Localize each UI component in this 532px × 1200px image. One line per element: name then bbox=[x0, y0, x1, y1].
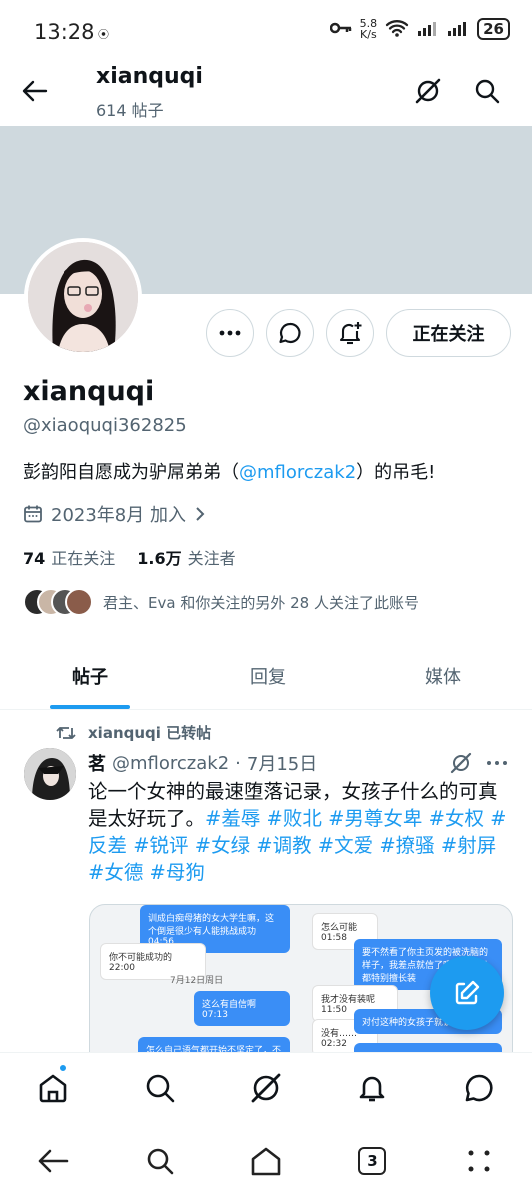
bio-mention-link[interactable]: @mflorczak2 bbox=[239, 462, 356, 483]
retweet-icon bbox=[56, 726, 76, 739]
grok-icon bbox=[251, 1073, 281, 1102]
follower-avatars bbox=[23, 588, 93, 616]
post-author-avatar[interactable] bbox=[24, 748, 76, 800]
following-stat[interactable]: 74 正在关注 bbox=[23, 545, 115, 569]
nav-grok[interactable] bbox=[213, 1053, 319, 1122]
calendar-icon bbox=[24, 505, 42, 523]
tab-posts[interactable]: 帖子 bbox=[0, 644, 180, 709]
nav-messages[interactable] bbox=[426, 1053, 532, 1122]
signal-icon bbox=[447, 20, 469, 39]
message-icon bbox=[465, 1074, 493, 1101]
grok-icon[interactable] bbox=[450, 752, 472, 774]
separator: · bbox=[235, 752, 241, 774]
followed-by-text: 君主、Eva 和你关注的另外 28 人关注了此账号 bbox=[103, 593, 419, 612]
post-text: 论一个女神的最速堕落记录，女孩子什么的可真是太好玩了。#羞辱 #败北 #男尊女卑… bbox=[88, 778, 512, 886]
bio: 彭韵阳自愿成为驴屌弟弟（@mflorczak2）的吊毛! bbox=[23, 458, 435, 484]
chevron-right-icon bbox=[196, 507, 205, 521]
search-icon bbox=[146, 1074, 174, 1102]
post-author-name[interactable]: 茗 bbox=[88, 750, 106, 776]
compose-icon bbox=[455, 980, 480, 1005]
bell-icon bbox=[360, 1076, 385, 1101]
post-header: 茗 @mflorczak2 · 7月15日 bbox=[88, 750, 317, 776]
system-menu-button[interactable] bbox=[426, 1122, 532, 1200]
search-icon[interactable] bbox=[474, 78, 500, 104]
status-indicators: 5.8 K/s 26 bbox=[329, 17, 510, 41]
profile-tabs: 帖子 回复 媒体 bbox=[0, 644, 532, 710]
system-tabs-button[interactable]: 3 bbox=[319, 1122, 425, 1200]
chat-bubble: 这么有自信啊 07:13 bbox=[194, 991, 290, 1026]
status-bar: 13:28 ⦿ 5.8 K/s 26 bbox=[0, 0, 532, 66]
home-icon bbox=[251, 1147, 281, 1176]
nav-home[interactable] bbox=[0, 1053, 106, 1122]
retweet-header: xianquqi 已转帖 bbox=[56, 722, 211, 743]
menu-dots-icon bbox=[468, 1150, 490, 1172]
system-nav-bar: 3 bbox=[0, 1122, 532, 1200]
arrow-left-icon[interactable] bbox=[22, 78, 48, 104]
display-name: xianquqi bbox=[23, 376, 155, 407]
header-post-count: 614 帖子 bbox=[96, 101, 164, 120]
chat-date-separator: 7月12日周日 bbox=[170, 976, 224, 986]
tabs-count: 3 bbox=[358, 1147, 387, 1175]
nav-notifications[interactable] bbox=[319, 1053, 425, 1122]
joined-date[interactable]: 2023年8月 加入 bbox=[23, 501, 206, 527]
tab-replies[interactable]: 回复 bbox=[178, 644, 358, 708]
post-author-handle[interactable]: @mflorczak2 bbox=[112, 753, 229, 774]
grok-icon[interactable] bbox=[414, 77, 442, 105]
system-home-button[interactable] bbox=[213, 1122, 319, 1200]
bottom-nav bbox=[0, 1052, 532, 1122]
avatar[interactable] bbox=[24, 238, 142, 356]
bio-text: 彭韵阳自愿成为驴屌弟弟（ bbox=[23, 462, 239, 483]
signal-icon bbox=[417, 20, 439, 39]
sync-icon: ⦿ bbox=[98, 28, 109, 41]
following-button[interactable]: 正在关注 bbox=[386, 309, 511, 357]
follow-stats: 74 正在关注 1.6万 关注者 bbox=[23, 545, 236, 569]
tab-media[interactable]: 媒体 bbox=[354, 644, 532, 708]
battery-indicator: 26 bbox=[477, 18, 510, 40]
search-icon bbox=[147, 1148, 173, 1175]
wifi-icon bbox=[385, 19, 409, 40]
nav-search[interactable] bbox=[106, 1053, 212, 1122]
home-icon bbox=[39, 1074, 67, 1102]
arrow-left-icon bbox=[38, 1149, 69, 1173]
bio-text: ）的吊毛! bbox=[356, 462, 436, 483]
bell-plus-icon bbox=[339, 322, 362, 345]
system-back-button[interactable] bbox=[0, 1122, 106, 1200]
followers-stat[interactable]: 1.6万 关注者 bbox=[137, 545, 235, 569]
more-button[interactable] bbox=[206, 309, 254, 357]
message-button[interactable] bbox=[266, 309, 314, 357]
post-date[interactable]: 7月15日 bbox=[247, 750, 317, 776]
more-icon bbox=[219, 330, 241, 336]
status-time: 13:28 bbox=[34, 20, 95, 44]
user-handle: @xiaoquqi362825 bbox=[23, 415, 187, 436]
tab-indicator bbox=[50, 705, 130, 709]
avatar bbox=[65, 588, 93, 616]
net-speed: 5.8 K/s bbox=[359, 17, 378, 41]
compose-button[interactable] bbox=[430, 956, 504, 1030]
joined-text: 2023年8月 加入 bbox=[51, 505, 186, 526]
more-icon[interactable] bbox=[486, 760, 508, 766]
message-icon bbox=[279, 322, 301, 344]
followed-by[interactable]: 君主、Eva 和你关注的另外 28 人关注了此账号 bbox=[23, 588, 419, 616]
system-search-button[interactable] bbox=[106, 1122, 212, 1200]
notify-button[interactable] bbox=[326, 309, 374, 357]
key-icon bbox=[329, 21, 352, 38]
header-title: xianquqi bbox=[96, 64, 203, 89]
